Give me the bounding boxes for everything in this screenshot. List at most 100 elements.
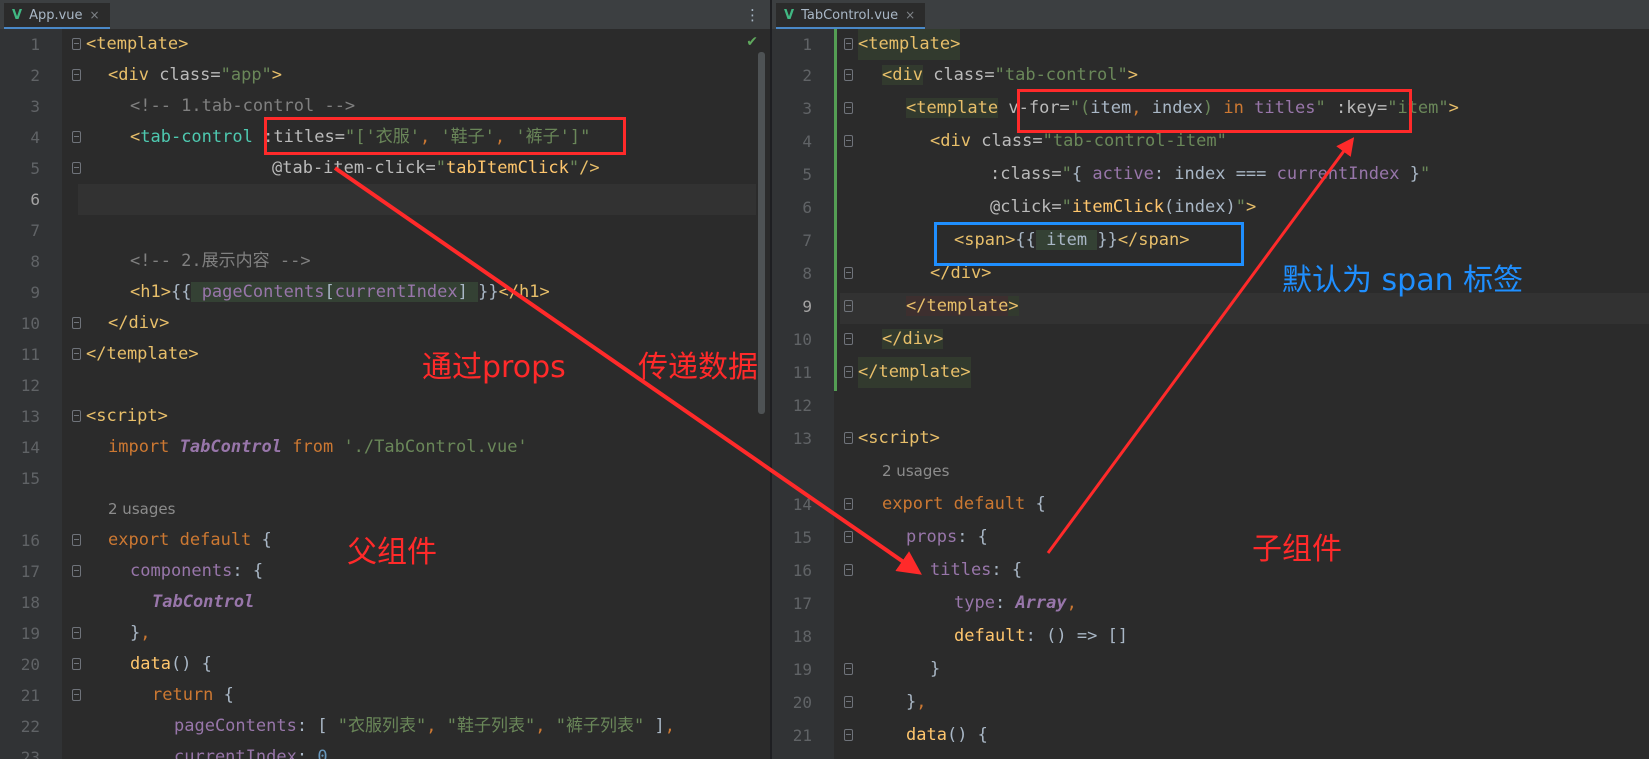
line-number: 13 (20, 407, 40, 426)
fold-icon[interactable] (72, 348, 81, 360)
tab-label: TabControl.vue (801, 7, 899, 23)
code-line: 20}, (772, 687, 1649, 718)
span-highlight-box (934, 222, 1244, 266)
line-number: 19 (792, 660, 812, 679)
tab-app-vue[interactable]: V App.vue × (4, 3, 110, 29)
fold-icon[interactable] (72, 565, 81, 577)
close-icon[interactable]: × (90, 8, 100, 22)
code-line: 8 <!-- 2.展示内容 --> (0, 246, 770, 277)
code-line: 19} (772, 654, 1649, 685)
line-number: 18 (20, 593, 40, 612)
fold-icon[interactable] (72, 131, 81, 143)
line-number: 7 (30, 221, 40, 240)
code-line: 21 return { (0, 680, 770, 711)
usages-hint[interactable]: 2 usages (882, 456, 949, 487)
usages-hint[interactable]: 2 usages (108, 494, 175, 525)
fold-icon[interactable] (844, 135, 853, 147)
code-line: 2 <div class="tab-control"> (772, 60, 1649, 91)
line-number: 8 (802, 264, 812, 283)
line-number: 3 (802, 99, 812, 118)
fold-icon[interactable] (844, 333, 853, 345)
right-tab-bar: V TabControl.vue × (772, 0, 1649, 30)
fold-icon[interactable] (844, 564, 853, 576)
line-number: 20 (20, 655, 40, 674)
fold-icon[interactable] (72, 534, 81, 546)
line-number: 6 (802, 198, 812, 217)
line-number: 16 (792, 561, 812, 580)
code-line: 2 usages (772, 456, 1649, 487)
line-number: 13 (792, 429, 812, 448)
fold-icon[interactable] (72, 627, 81, 639)
line-number: 14 (20, 438, 40, 457)
code-line: 10 </div> (772, 324, 1649, 355)
line-number: 12 (792, 396, 812, 415)
line-number: 10 (792, 330, 812, 349)
code-line: 6 @click="itemClick(index)"> (772, 192, 1649, 223)
code-line: 14 export default { (772, 489, 1649, 520)
line-number: 3 (30, 97, 40, 116)
fold-icon[interactable] (72, 38, 81, 50)
line-number: 9 (802, 297, 812, 316)
line-number: 16 (20, 531, 40, 550)
more-options-icon[interactable]: ⋮ (745, 6, 760, 24)
line-number: 7 (802, 231, 812, 250)
vue-file-icon: V (784, 7, 795, 23)
left-tab-bar: V App.vue × ⋮ (0, 0, 770, 30)
line-number: 1 (30, 35, 40, 54)
line-number: 4 (30, 128, 40, 147)
code-line: 1 <template> (772, 29, 1649, 60)
code-line: 5:class="{ active: index === currentInde… (772, 159, 1649, 190)
fold-icon[interactable] (72, 689, 81, 701)
line-number: 1 (802, 35, 812, 54)
fold-icon[interactable] (72, 162, 81, 174)
default-span-annotation: 默认为 span 标签 (1282, 263, 1524, 298)
line-number: 5 (30, 159, 40, 178)
code-line: 9 <h1>{{ pageContents[currentIndex] }}</h… (0, 277, 770, 308)
code-line: 18 TabControl (0, 587, 770, 618)
line-number: 19 (20, 624, 40, 643)
fold-icon[interactable] (844, 38, 853, 50)
fold-icon[interactable] (844, 69, 853, 81)
vue-file-icon: V (12, 7, 23, 23)
fold-icon[interactable] (844, 267, 853, 279)
line-number: 12 (20, 376, 40, 395)
code-line: 11 </template> (772, 357, 1649, 388)
code-line: 19}, (0, 618, 770, 649)
code-line: 10 </div> (0, 308, 770, 339)
fold-icon[interactable] (72, 658, 81, 670)
line-number: 2 (30, 66, 40, 85)
line-number: 22 (20, 717, 40, 736)
fold-icon[interactable] (844, 531, 853, 543)
pass-data-annotation: 传递数据 (638, 350, 758, 385)
line-number: 14 (792, 495, 812, 514)
line-number: 10 (20, 314, 40, 333)
fold-icon[interactable] (844, 696, 853, 708)
tab-tabcontrol-vue[interactable]: V TabControl.vue × (776, 3, 926, 29)
code-line: 15 props: { (772, 522, 1649, 553)
titles-prop-highlight-box (264, 117, 626, 155)
code-line: 18 default: () => [] (772, 621, 1649, 652)
code-line: 22 pageContents: [ "衣服列表", "鞋子列表", "裤子列表"… (0, 711, 770, 742)
line-number: 9 (30, 283, 40, 302)
code-line: 7 (0, 215, 770, 246)
fold-icon[interactable] (844, 102, 853, 114)
line-number: 23 (20, 748, 40, 759)
code-line: 13 <script> (772, 423, 1649, 454)
fold-icon[interactable] (844, 663, 853, 675)
code-line: 17 type: Array, (772, 588, 1649, 619)
fold-icon[interactable] (844, 300, 853, 312)
code-line: 16 titles: { (772, 555, 1649, 586)
close-icon[interactable]: × (905, 8, 915, 22)
fold-icon[interactable] (844, 432, 853, 444)
line-number: 15 (20, 469, 40, 488)
fold-icon[interactable] (72, 69, 81, 81)
fold-icon[interactable] (844, 366, 853, 378)
fold-icon[interactable] (844, 498, 853, 510)
line-number: 8 (30, 252, 40, 271)
fold-icon[interactable] (72, 317, 81, 329)
fold-icon[interactable] (844, 729, 853, 741)
code-line: 12 (772, 390, 1649, 421)
code-line: 2 <div class="app"> (0, 60, 770, 91)
fold-icon[interactable] (72, 410, 81, 422)
line-number: 21 (792, 726, 812, 745)
